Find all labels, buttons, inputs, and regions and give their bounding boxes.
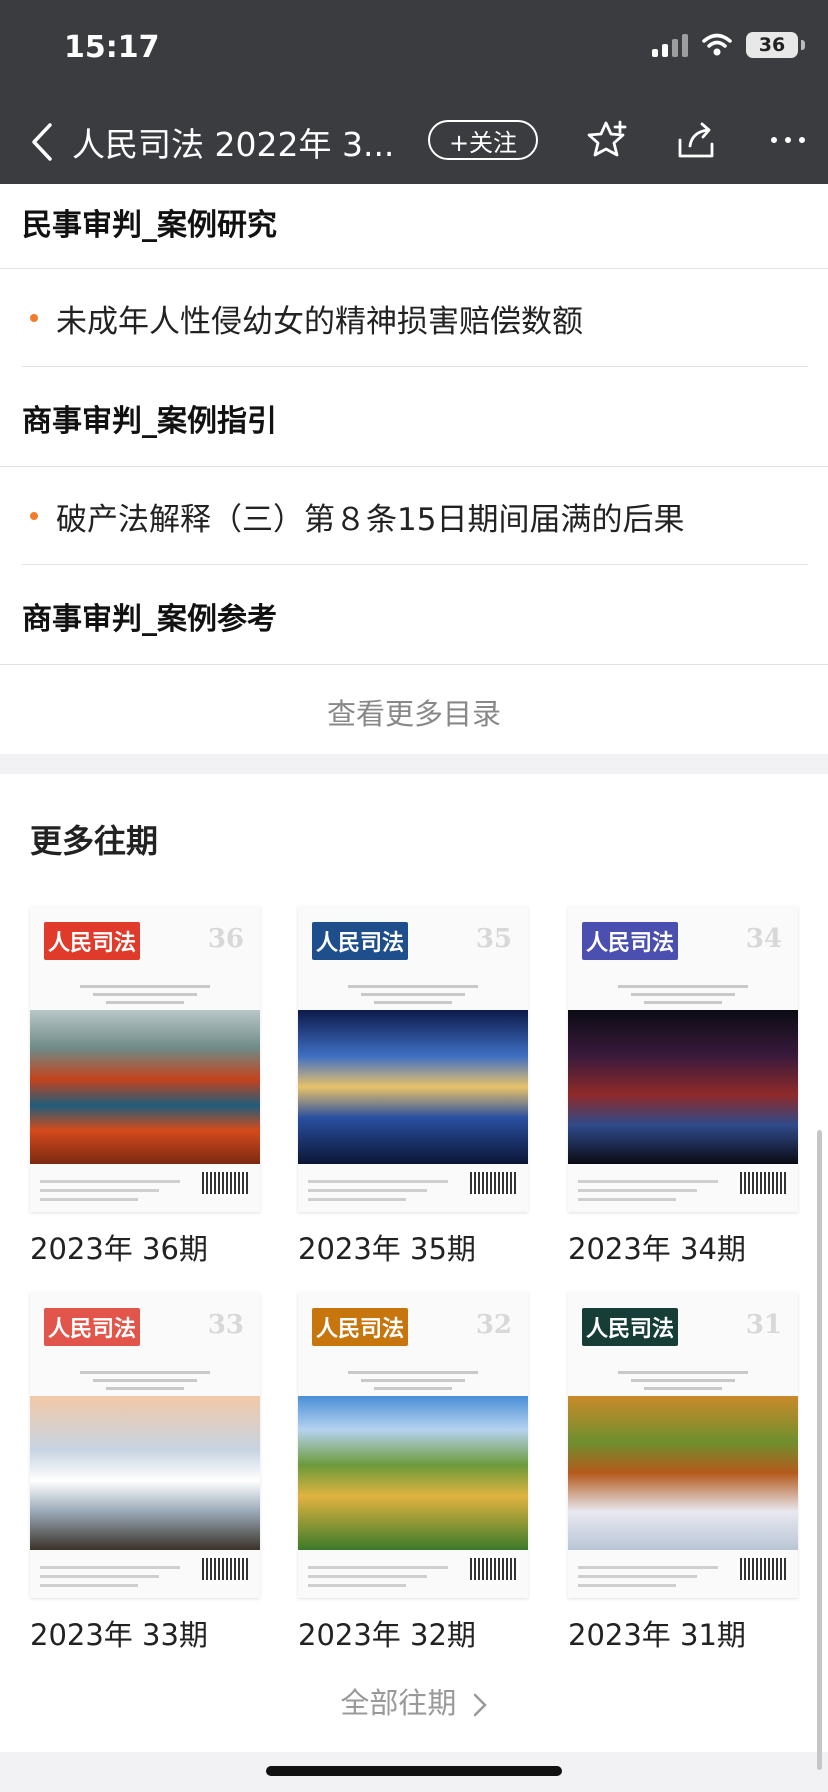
cover-text-lines [618,980,748,1009]
barcode-icon [470,1172,516,1194]
cover-footer-lines [40,1560,180,1593]
toc-section-title: 民事审判_案例研究 [22,208,277,243]
cover-footer-lines [578,1174,718,1207]
issue-card[interactable]: 人民司法 34 2023年 34期 [568,906,798,1268]
page-title: 人民司法 2022年 3... [72,125,395,164]
issue-label: 2023年 34期 [568,1232,746,1266]
cover-text-lines [618,1366,748,1395]
issue-cover[interactable]: 人民司法 35 [298,906,528,1212]
issue-cover[interactable]: 人民司法 32 [298,1292,528,1598]
cover-issue-number: 35 [475,924,512,954]
cover-footer-lines [308,1174,448,1207]
share-icon [678,122,714,158]
bullet-dot-icon [30,314,38,322]
cover-issue-number: 32 [475,1310,512,1340]
cellular-signal-icon [652,33,688,57]
cover-photo [298,1010,528,1164]
chevron-left-icon [32,123,52,161]
issue-cover[interactable]: 人民司法 33 [30,1292,260,1598]
more-dots-icon [771,137,805,143]
divider [0,268,828,269]
issue-label: 2023年 32期 [298,1618,476,1652]
cover-footer-lines [578,1560,718,1593]
magazine-logo: 人民司法 [582,922,678,960]
cover-text-lines [348,1366,478,1395]
bullet-dot-icon [30,512,38,520]
magazine-logo: 人民司法 [44,922,140,960]
share-button[interactable] [672,116,720,164]
issue-card[interactable]: 人民司法 36 2023年 36期 [30,906,260,1268]
status-time: 15:17 [64,30,160,65]
toc-article-item[interactable]: 未成年人性侵幼女的精神损害赔偿数额 [0,288,828,348]
toc-section-title: 商事审判_案例参考 [22,602,277,637]
cover-text-lines [80,980,210,1009]
issue-card[interactable]: 人民司法 32 2023年 32期 [298,1292,528,1654]
favorite-button[interactable] [584,116,632,164]
cover-footer-lines [40,1174,180,1207]
magazine-logo: 人民司法 [312,1308,408,1346]
cover-photo [568,1010,798,1164]
issue-card[interactable]: 人民司法 31 2023年 31期 [568,1292,798,1654]
section-separator [0,754,828,774]
issue-card[interactable]: 人民司法 33 2023年 33期 [30,1292,260,1654]
more-issues-heading: 更多往期 [30,822,159,860]
view-more-toc-button[interactable]: 查看更多目录 [0,672,828,752]
barcode-icon [740,1172,786,1194]
divider [22,564,808,565]
cover-issue-number: 34 [745,924,782,954]
cover-photo [568,1396,798,1550]
home-indicator[interactable] [266,1766,562,1776]
barcode-icon [202,1558,248,1580]
barcode-icon [470,1558,516,1580]
divider [0,664,828,665]
magazine-logo: 人民司法 [312,922,408,960]
battery-icon: 36 [746,32,805,58]
issue-label: 2023年 36期 [30,1232,208,1266]
chevron-right-icon [473,1693,487,1717]
cover-text-lines [80,1366,210,1395]
toc-article-item[interactable]: 破产法解释（三）第８条15日期间届满的后果 [0,486,828,546]
divider [22,366,808,367]
barcode-icon [202,1172,248,1194]
wifi-icon [702,33,732,56]
cover-photo [30,1010,260,1164]
issue-cover[interactable]: 人民司法 36 [30,906,260,1212]
divider [0,466,828,467]
issue-label: 2023年 35期 [298,1232,476,1266]
barcode-icon [740,1558,786,1580]
issue-label: 2023年 31期 [568,1618,746,1652]
all-issues-label: 全部往期 [340,1686,457,1720]
cover-issue-number: 31 [745,1310,782,1340]
follow-button[interactable]: +关注 [428,120,538,160]
toc-article-title: 未成年人性侵幼女的精神损害赔偿数额 [56,303,583,340]
app-header: 15:17 36 人民司法 2022年 3... +关注 [0,0,828,184]
magazine-logo: 人民司法 [44,1308,140,1346]
cover-photo [30,1396,260,1550]
magazine-logo: 人民司法 [582,1308,678,1346]
cover-issue-number: 36 [207,924,244,954]
more-options-button[interactable] [764,116,812,164]
back-button[interactable] [22,118,62,166]
cover-issue-number: 33 [207,1310,244,1340]
scrollbar[interactable] [817,1130,822,1770]
all-issues-link[interactable]: 全部往期 [0,1680,828,1722]
issue-card[interactable]: 人民司法 35 2023年 35期 [298,906,528,1268]
toc-article-title: 破产法解释（三）第８条15日期间届满的后果 [56,501,685,538]
status-icons: 36 [652,32,805,58]
cover-photo [298,1396,528,1550]
issue-cover[interactable]: 人民司法 31 [568,1292,798,1598]
cover-text-lines [348,980,478,1009]
issue-label: 2023年 33期 [30,1618,208,1652]
issue-cover[interactable]: 人民司法 34 [568,906,798,1212]
cover-footer-lines [308,1560,448,1593]
star-plus-icon [587,120,627,157]
toc-section-title: 商事审判_案例指引 [22,404,277,439]
